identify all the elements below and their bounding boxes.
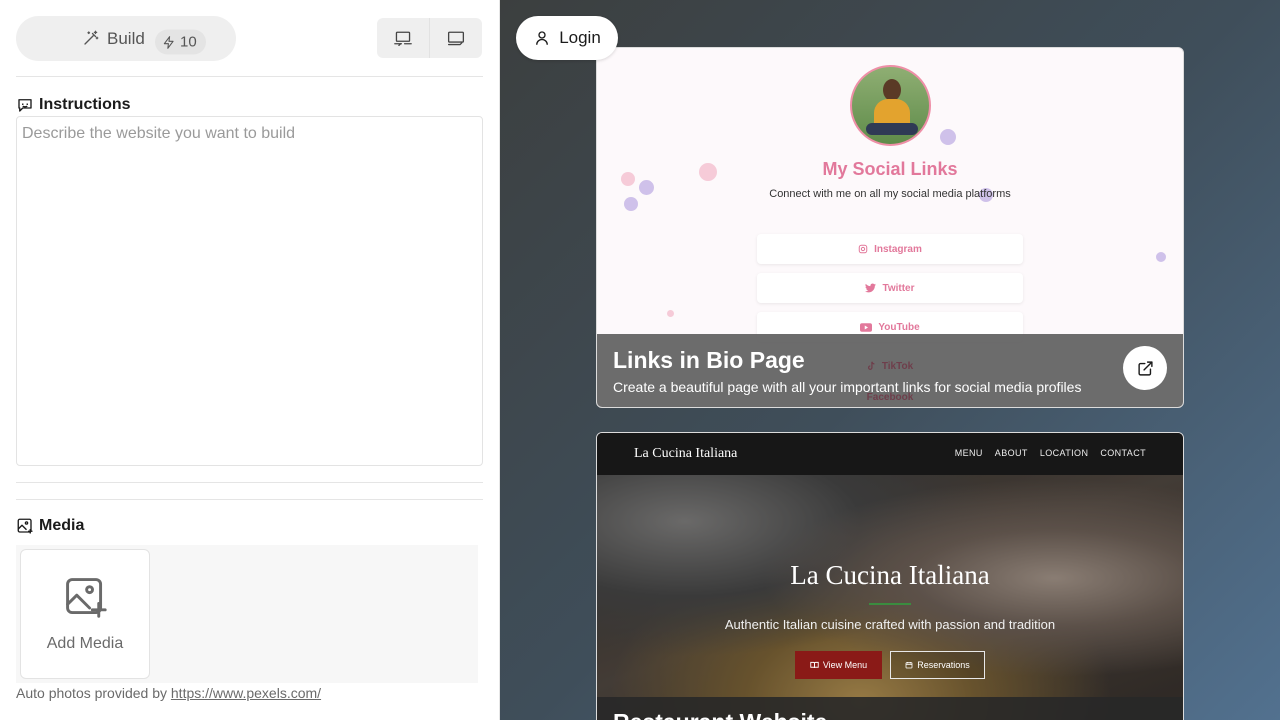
credits-count: 10 xyxy=(180,33,197,51)
login-button[interactable]: Login xyxy=(516,16,618,60)
tiktok-icon xyxy=(867,361,875,370)
preview-title: My Social Links xyxy=(822,159,958,179)
decor-shape xyxy=(940,129,956,145)
book-icon xyxy=(810,661,819,669)
decor-shape xyxy=(667,310,674,317)
media-heading: Media xyxy=(16,517,84,535)
preview-hero-subtitle: Authentic Italian cuisine crafted with p… xyxy=(724,617,1056,632)
add-media-label: Add Media xyxy=(46,635,124,652)
instagram-icon xyxy=(858,244,868,254)
device-toggle xyxy=(377,18,482,58)
decor-shape xyxy=(1156,252,1166,262)
preview-navbar: La Cucina Italiana MENU ABOUT LOCATION C… xyxy=(597,433,1183,475)
divider xyxy=(16,76,483,77)
build-button[interactable]: Build 10 xyxy=(16,16,236,61)
builder-panel: Build 10 Instructions Media Add Media Au… xyxy=(0,0,500,720)
preview-link-instagram: Instagram xyxy=(757,234,1023,264)
preview-hero-title: La Cucina Italiana xyxy=(790,560,990,590)
photo-credit: Auto photos provided by https://www.pexe… xyxy=(16,685,322,701)
card-caption: Restaurant Website xyxy=(597,697,1183,720)
preview-nav-item: LOCATION xyxy=(1039,448,1089,458)
preview-nav-item: ABOUT xyxy=(994,448,1028,458)
calendar-icon xyxy=(905,662,913,669)
divider xyxy=(16,499,483,500)
desktop-icon xyxy=(447,31,464,46)
template-description: Create a beautiful page with all your im… xyxy=(613,379,1082,395)
divider xyxy=(16,482,483,483)
credits-badge: 10 xyxy=(155,29,206,55)
chat-icon xyxy=(18,99,32,112)
preview-link-twitter: Twitter xyxy=(757,273,1023,303)
external-link-icon xyxy=(1137,360,1153,376)
card-caption: TikTok Facebook Links in Bio Page Create… xyxy=(597,334,1183,407)
instructions-heading: Instructions xyxy=(16,96,131,114)
laptop-icon xyxy=(394,31,412,47)
add-media-button[interactable]: Add Media xyxy=(20,549,150,679)
instructions-input[interactable] xyxy=(16,116,483,466)
youtube-icon xyxy=(860,322,873,332)
preview-nav-links: MENU ABOUT LOCATION CONTACT xyxy=(955,448,1146,458)
build-label: Build xyxy=(107,29,145,48)
image-add-icon xyxy=(66,578,107,618)
preview-hero-rule xyxy=(869,603,911,605)
template-title: Links in Bio Page xyxy=(613,347,805,373)
image-add-icon xyxy=(17,518,33,534)
lightning-icon xyxy=(163,35,174,49)
preview-nav-item: MENU xyxy=(954,448,983,458)
template-card-links-in-bio[interactable]: My Social Links Connect with me on all m… xyxy=(596,47,1184,408)
open-template-button[interactable] xyxy=(1123,346,1167,390)
profile-avatar xyxy=(850,65,931,146)
template-title: Restaurant Website xyxy=(613,709,827,720)
preview-hero-image xyxy=(597,475,1183,720)
templates-gallery: Login My Social Links Connect with me on… xyxy=(500,0,1280,720)
pexels-link[interactable]: https://www.pexels.com/ xyxy=(171,685,321,701)
laptop-view-button[interactable] xyxy=(377,18,429,58)
preview-reservations-button: Reservations xyxy=(890,651,985,679)
twitter-icon xyxy=(865,283,877,293)
preview-brand: La Cucina Italiana xyxy=(634,446,738,461)
template-card-restaurant[interactable]: La Cucina Italiana MENU ABOUT LOCATION C… xyxy=(596,432,1184,720)
magic-wand-icon xyxy=(84,30,99,45)
preview-view-menu-button: View Menu xyxy=(795,651,882,679)
user-icon xyxy=(536,31,549,45)
desktop-view-button[interactable] xyxy=(429,18,481,58)
preview-subtitle: Connect with me on all my social media p… xyxy=(769,188,1011,200)
preview-nav-item: CONTACT xyxy=(1100,448,1146,458)
